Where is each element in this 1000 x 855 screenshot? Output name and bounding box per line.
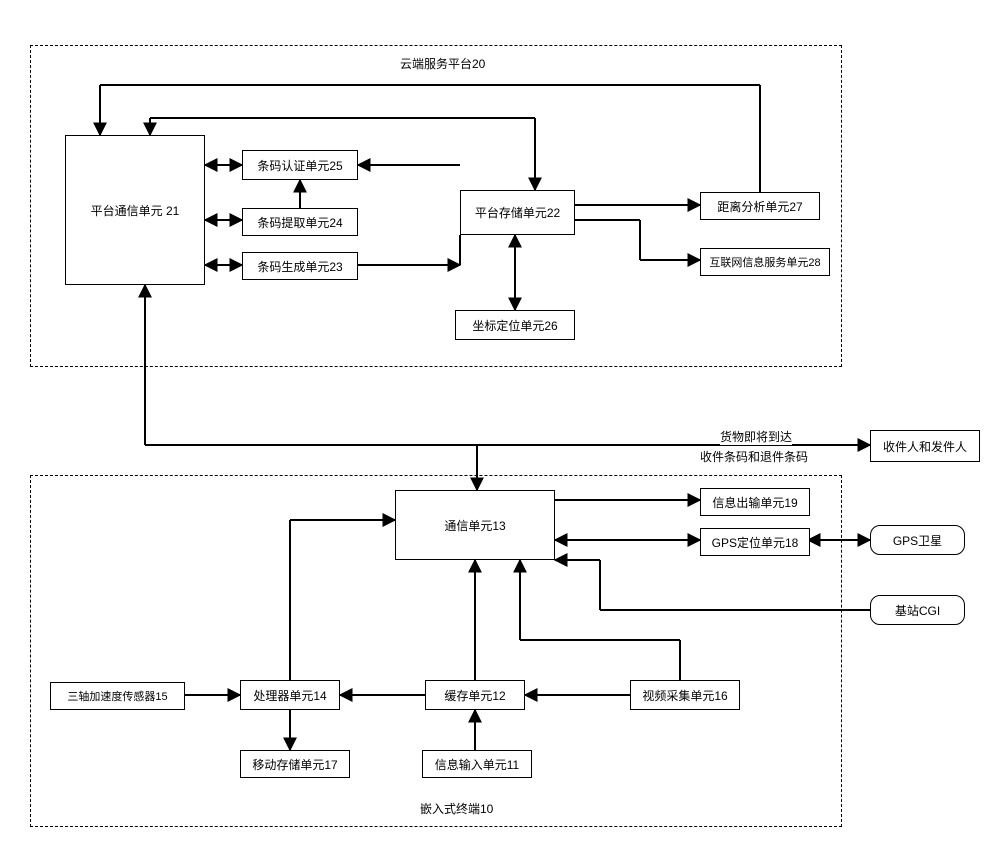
base-cgi-box: 基站CGI bbox=[870, 595, 965, 625]
base-cgi-label: 基站CGI bbox=[895, 602, 940, 619]
annotation-barcode: 收件条码和退件条码 bbox=[700, 448, 808, 465]
gps-sat-label: GPS卫星 bbox=[893, 532, 942, 549]
barcode-gen-23: 条码生成单元23 bbox=[242, 252, 358, 280]
cache-12: 缓存单元12 bbox=[425, 680, 525, 710]
diagram-canvas: 云端服务平台20 平台通信单元 21 条码认证单元25 条码提取单元24 条码生… bbox=[0, 0, 1000, 855]
accel-sensor-15: 三轴加速度传感器15 bbox=[50, 682, 185, 710]
internet-unit-28: 互联网信息服务单元28 bbox=[700, 248, 830, 276]
gps-unit-label: GPS定位单元18 bbox=[712, 534, 799, 551]
cloud-title: 云端服务平台20 bbox=[400, 55, 485, 72]
processor-label: 处理器单元14 bbox=[253, 687, 326, 704]
barcode-extract-label: 条码提取单元24 bbox=[257, 214, 342, 231]
output-unit-label: 信息出输单元19 bbox=[712, 494, 797, 511]
processor-14: 处理器单元14 bbox=[240, 680, 340, 710]
barcode-extract-24: 条码提取单元24 bbox=[242, 208, 358, 236]
cache-label: 缓存单元12 bbox=[444, 687, 505, 704]
distance-unit-label: 距离分析单元27 bbox=[717, 198, 802, 215]
platform-store-label: 平台存储单元22 bbox=[475, 204, 560, 221]
gps-sat-box: GPS卫星 bbox=[870, 525, 965, 555]
recipients-label: 收件人和发件人 bbox=[883, 438, 967, 455]
terminal-title: 嵌入式终端10 bbox=[420, 800, 493, 817]
mobile-store-label: 移动存储单元17 bbox=[252, 756, 337, 773]
platform-store-22: 平台存储单元22 bbox=[460, 190, 575, 235]
cloud-comm-label: 平台通信单元 21 bbox=[91, 202, 180, 219]
internet-unit-label: 互联网信息服务单元28 bbox=[709, 254, 820, 270]
distance-unit-27: 距离分析单元27 bbox=[700, 192, 820, 220]
info-input-11: 信息输入单元11 bbox=[422, 750, 532, 778]
info-input-label: 信息输入单元11 bbox=[435, 756, 519, 773]
barcode-gen-label: 条码生成单元23 bbox=[257, 258, 342, 275]
coord-unit-label: 坐标定位单元26 bbox=[472, 317, 557, 334]
cloud-comm-21: 平台通信单元 21 bbox=[65, 135, 205, 285]
gps-unit-18: GPS定位单元18 bbox=[700, 528, 810, 556]
coord-unit-26: 坐标定位单元26 bbox=[455, 310, 575, 340]
mobile-store-17: 移动存储单元17 bbox=[240, 750, 350, 778]
output-unit-19: 信息出输单元19 bbox=[700, 488, 810, 516]
annotation-arrive: 货物即将到达 bbox=[720, 428, 792, 445]
video-capture-label: 视频采集单元16 bbox=[642, 687, 727, 704]
comm-unit-13: 通信单元13 bbox=[395, 490, 555, 560]
video-capture-16: 视频采集单元16 bbox=[630, 680, 740, 710]
barcode-auth-label: 条码认证单元25 bbox=[257, 157, 342, 174]
comm-unit-label: 通信单元13 bbox=[444, 517, 505, 534]
recipients-box: 收件人和发件人 bbox=[870, 430, 980, 462]
accel-sensor-label: 三轴加速度传感器15 bbox=[67, 688, 167, 704]
barcode-auth-25: 条码认证单元25 bbox=[242, 150, 358, 180]
